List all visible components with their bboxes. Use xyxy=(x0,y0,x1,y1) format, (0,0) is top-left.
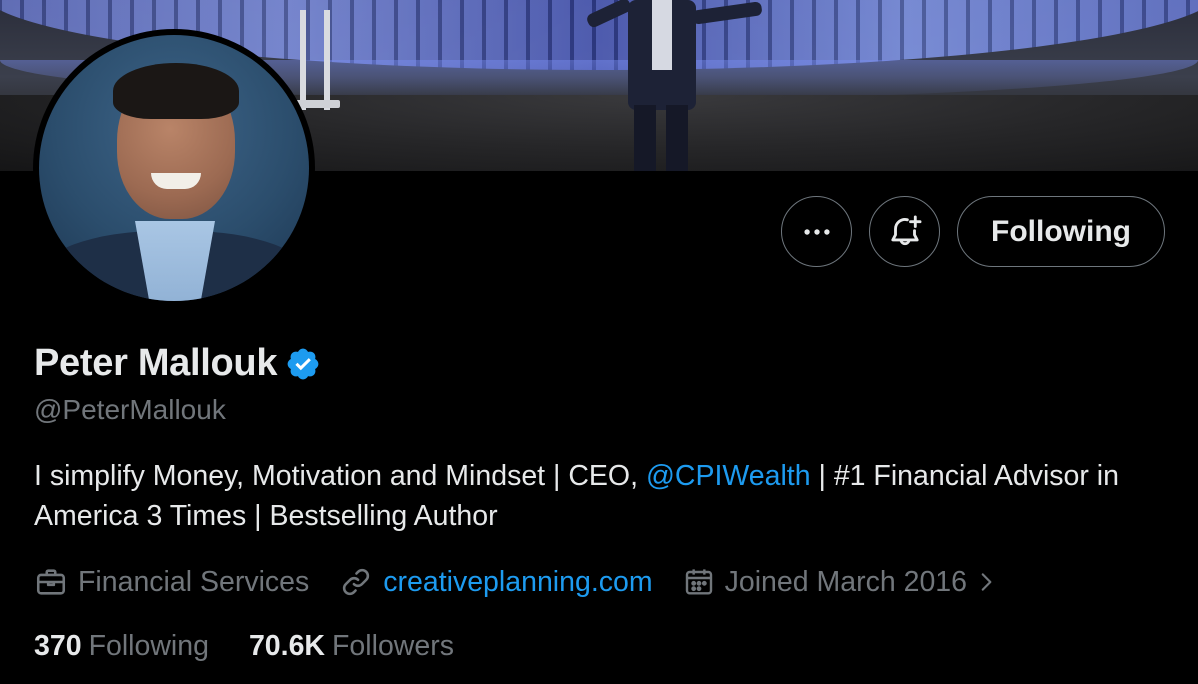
profile-bio: I simplify Money, Motivation and Mindset… xyxy=(34,456,1174,536)
banner-speaker xyxy=(585,0,763,171)
website-link[interactable]: creativeplanning.com xyxy=(383,566,652,599)
avatar-photo xyxy=(39,35,309,301)
briefcase-icon xyxy=(36,569,66,595)
following-label: Following xyxy=(88,630,209,662)
profile-name-row: Peter Mallouk xyxy=(34,342,321,385)
banner-podium xyxy=(300,10,330,110)
calendar-icon xyxy=(685,569,712,595)
more-horizontal-icon xyxy=(803,228,830,235)
chevron-right-icon[interactable] xyxy=(973,569,999,595)
profile-name: Peter Mallouk xyxy=(34,342,278,384)
profile-meta-row: Financial Services creativeplanning.com … xyxy=(34,565,1039,599)
following-button[interactable]: Following xyxy=(957,196,1165,267)
profile-handle: @PeterMallouk xyxy=(34,394,226,425)
category-label: Financial Services xyxy=(78,565,310,598)
following-count: 370 xyxy=(34,630,82,662)
profile-stats: 370 Following 70.6K Followers xyxy=(34,630,494,663)
followers-label: Followers xyxy=(332,630,454,662)
profile-avatar[interactable] xyxy=(33,29,315,307)
link-icon xyxy=(343,568,370,596)
more-options-button[interactable] xyxy=(781,196,852,267)
joined-label: Joined March 2016 xyxy=(724,565,967,598)
followers-count-link[interactable]: 70.6K Followers xyxy=(249,630,454,663)
profile-website[interactable]: creativeplanning.com xyxy=(339,565,653,599)
notifications-button[interactable] xyxy=(869,196,940,267)
followers-count: 70.6K xyxy=(248,630,326,662)
profile-category: Financial Services xyxy=(34,565,309,599)
following-count-link[interactable]: 370 Following xyxy=(34,630,209,663)
bio-mention-link[interactable]: @CPIWealth xyxy=(646,460,811,492)
bio-text-part1: I simplify Money, Motivation and Mindset… xyxy=(34,460,646,492)
bell-plus-icon xyxy=(890,215,921,245)
verified-badge-icon[interactable] xyxy=(285,346,321,382)
profile-joined[interactable]: Joined March 2016 xyxy=(683,566,1009,599)
